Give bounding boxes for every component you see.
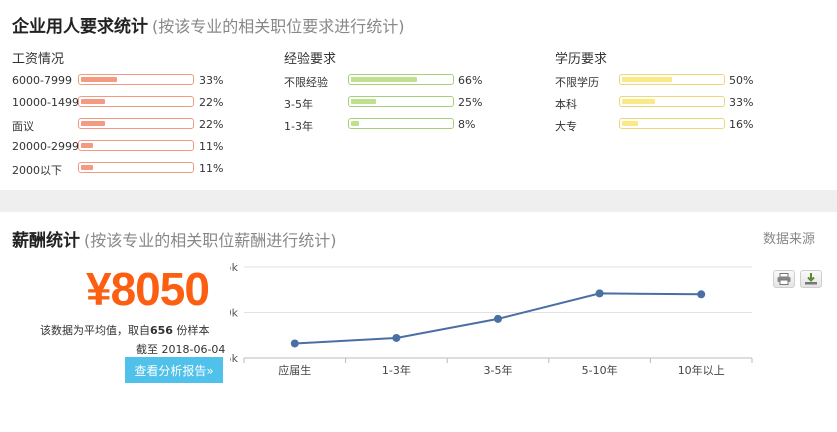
printer-icon bbox=[777, 273, 791, 285]
print-button[interactable] bbox=[773, 270, 795, 288]
salary-progress-bar bbox=[78, 140, 194, 151]
experience-row-percent: 66% bbox=[458, 74, 483, 87]
experience-row: 不限经验 66% bbox=[284, 70, 482, 92]
average-note-prefix: 该数据为平均值，取自 bbox=[40, 324, 150, 337]
experience-group-title: 经验要求 bbox=[284, 52, 337, 67]
experience-row-label: 3-5年 bbox=[284, 98, 313, 111]
education-progress-bar bbox=[619, 74, 725, 85]
average-note: 该数据为平均值，取自656 份样本 bbox=[40, 322, 209, 338]
education-progress-fill bbox=[622, 121, 638, 126]
salary-progress-fill bbox=[81, 99, 106, 104]
view-report-button[interactable]: 查看分析报告» bbox=[125, 357, 223, 383]
education-group-title: 学历要求 bbox=[555, 52, 608, 67]
salary-panel: 薪酬统计 (按该专业的相关职位薪酬进行统计) 数据来源 ¥8050 该数据为平均值… bbox=[0, 212, 837, 432]
y-tick-label: 10k bbox=[230, 307, 239, 320]
requirements-title-text: 企业用人要求统计 bbox=[12, 17, 148, 37]
requirements-subtitle: (按该专业的相关职位要求进行统计) bbox=[152, 17, 405, 36]
salary-group-title: 工资情况 bbox=[12, 52, 65, 67]
sample-count: 656 bbox=[150, 324, 173, 337]
salary-progress-fill bbox=[81, 165, 94, 170]
salary-progress-fill bbox=[81, 77, 118, 82]
experience-row-percent: 25% bbox=[458, 96, 483, 109]
education-row: 本科 33% bbox=[555, 92, 753, 114]
experience-row-label: 1-3年 bbox=[284, 120, 313, 133]
salary-row-label: 6000-7999 bbox=[12, 74, 72, 87]
data-point bbox=[494, 314, 502, 323]
experience-row: 1-3年 8% bbox=[284, 114, 475, 136]
salary-row-percent: 11% bbox=[199, 162, 224, 175]
experience-row: 3-5年 25% bbox=[284, 92, 482, 114]
salary-row: 面议 22% bbox=[12, 114, 223, 136]
education-row: 大专 16% bbox=[555, 114, 753, 136]
experience-progress-bar bbox=[348, 74, 454, 85]
education-row-label: 本科 bbox=[555, 98, 577, 111]
salary-row-label: 10000-14999 bbox=[12, 96, 86, 109]
x-tick-label: 1-3年 bbox=[382, 363, 411, 377]
salary-title-text: 薪酬统计 bbox=[12, 231, 80, 251]
salary-row-percent: 11% bbox=[199, 140, 224, 153]
salary-row: 2000以下 11% bbox=[12, 158, 223, 180]
requirements-title: 企业用人要求统计 (按该专业的相关职位要求进行统计) bbox=[12, 12, 405, 37]
education-row-percent: 50% bbox=[729, 74, 754, 87]
salary-progress-fill bbox=[81, 121, 106, 126]
x-tick-label: 5-10年 bbox=[582, 363, 618, 377]
experience-progress-bar bbox=[348, 118, 454, 129]
y-tick-label: 15k bbox=[230, 261, 239, 274]
experience-progress-bar bbox=[348, 96, 454, 107]
education-progress-fill bbox=[622, 77, 672, 82]
data-source-link[interactable]: 数据来源 bbox=[763, 228, 815, 247]
date-note: 截至 2018-06-04 bbox=[136, 343, 226, 356]
salary-progress-fill bbox=[81, 143, 94, 148]
salary-row-percent: 33% bbox=[199, 74, 224, 87]
experience-progress-fill bbox=[351, 77, 417, 82]
salary-distribution-group: 工资情况 6000-7999 33% 10000-14999 22% 面议 22% 2000… bbox=[12, 48, 223, 180]
salary-progress-bar bbox=[78, 118, 194, 129]
education-progress-bar bbox=[619, 118, 725, 129]
education-group: 学历要求 不限学历 50% 本科 33% 大专 16% bbox=[555, 48, 753, 136]
data-point bbox=[290, 339, 299, 348]
average-note-suffix: 份样本 bbox=[176, 324, 210, 337]
education-progress-bar bbox=[619, 96, 725, 107]
experience-group: 经验要求 不限经验 66% 3-5年 25% 1-3年 8% bbox=[284, 48, 482, 136]
salary-title: 薪酬统计 (按该专业的相关职位薪酬进行统计) bbox=[12, 226, 337, 251]
data-point bbox=[392, 333, 401, 342]
salary-row-percent: 22% bbox=[199, 96, 224, 109]
experience-progress-fill bbox=[351, 121, 359, 126]
download-icon bbox=[805, 273, 817, 285]
x-tick-label: 10年以上 bbox=[678, 363, 725, 377]
download-button[interactable] bbox=[800, 270, 822, 288]
average-salary: ¥8050 bbox=[86, 263, 210, 315]
salary-progress-bar bbox=[78, 162, 194, 173]
education-row-label: 不限学历 bbox=[555, 76, 599, 89]
education-row: 不限学历 50% bbox=[555, 70, 753, 92]
salary-subtitle: (按该专业的相关职位薪酬进行统计) bbox=[84, 231, 337, 250]
data-point bbox=[697, 290, 706, 299]
y-tick-label: 5k bbox=[230, 352, 239, 365]
data-point bbox=[595, 289, 604, 298]
salary-progress-bar bbox=[78, 96, 194, 107]
x-tick-label: 3-5年 bbox=[484, 363, 513, 377]
salary-row: 6000-7999 33% bbox=[12, 70, 223, 92]
education-progress-fill bbox=[622, 99, 655, 104]
salary-row-label: 2000以下 bbox=[12, 164, 62, 177]
salary-row: 10000-14999 22% bbox=[12, 92, 223, 114]
salary-row-label: 20000-29999 bbox=[12, 140, 86, 153]
experience-row-percent: 8% bbox=[458, 118, 476, 131]
salary-progress-bar bbox=[78, 74, 194, 85]
education-row-percent: 33% bbox=[729, 96, 754, 109]
experience-progress-fill bbox=[351, 99, 376, 104]
education-row-label: 大专 bbox=[555, 120, 577, 133]
x-tick-label: 应届生 bbox=[278, 363, 311, 377]
salary-row: 20000-29999 11% bbox=[12, 136, 223, 158]
experience-row-label: 不限经验 bbox=[284, 76, 328, 89]
education-row-percent: 16% bbox=[729, 118, 754, 131]
salary-line-chart: 5k 10k 15k 应届生 1-3年 3-5年 5-10年 10年以上 bbox=[230, 261, 753, 377]
requirements-panel: 企业用人要求统计 (按该专业的相关职位要求进行统计) 工资情况 6000-7999… bbox=[0, 0, 837, 190]
salary-row-percent: 22% bbox=[199, 118, 224, 131]
salary-row-label: 面议 bbox=[12, 120, 34, 133]
